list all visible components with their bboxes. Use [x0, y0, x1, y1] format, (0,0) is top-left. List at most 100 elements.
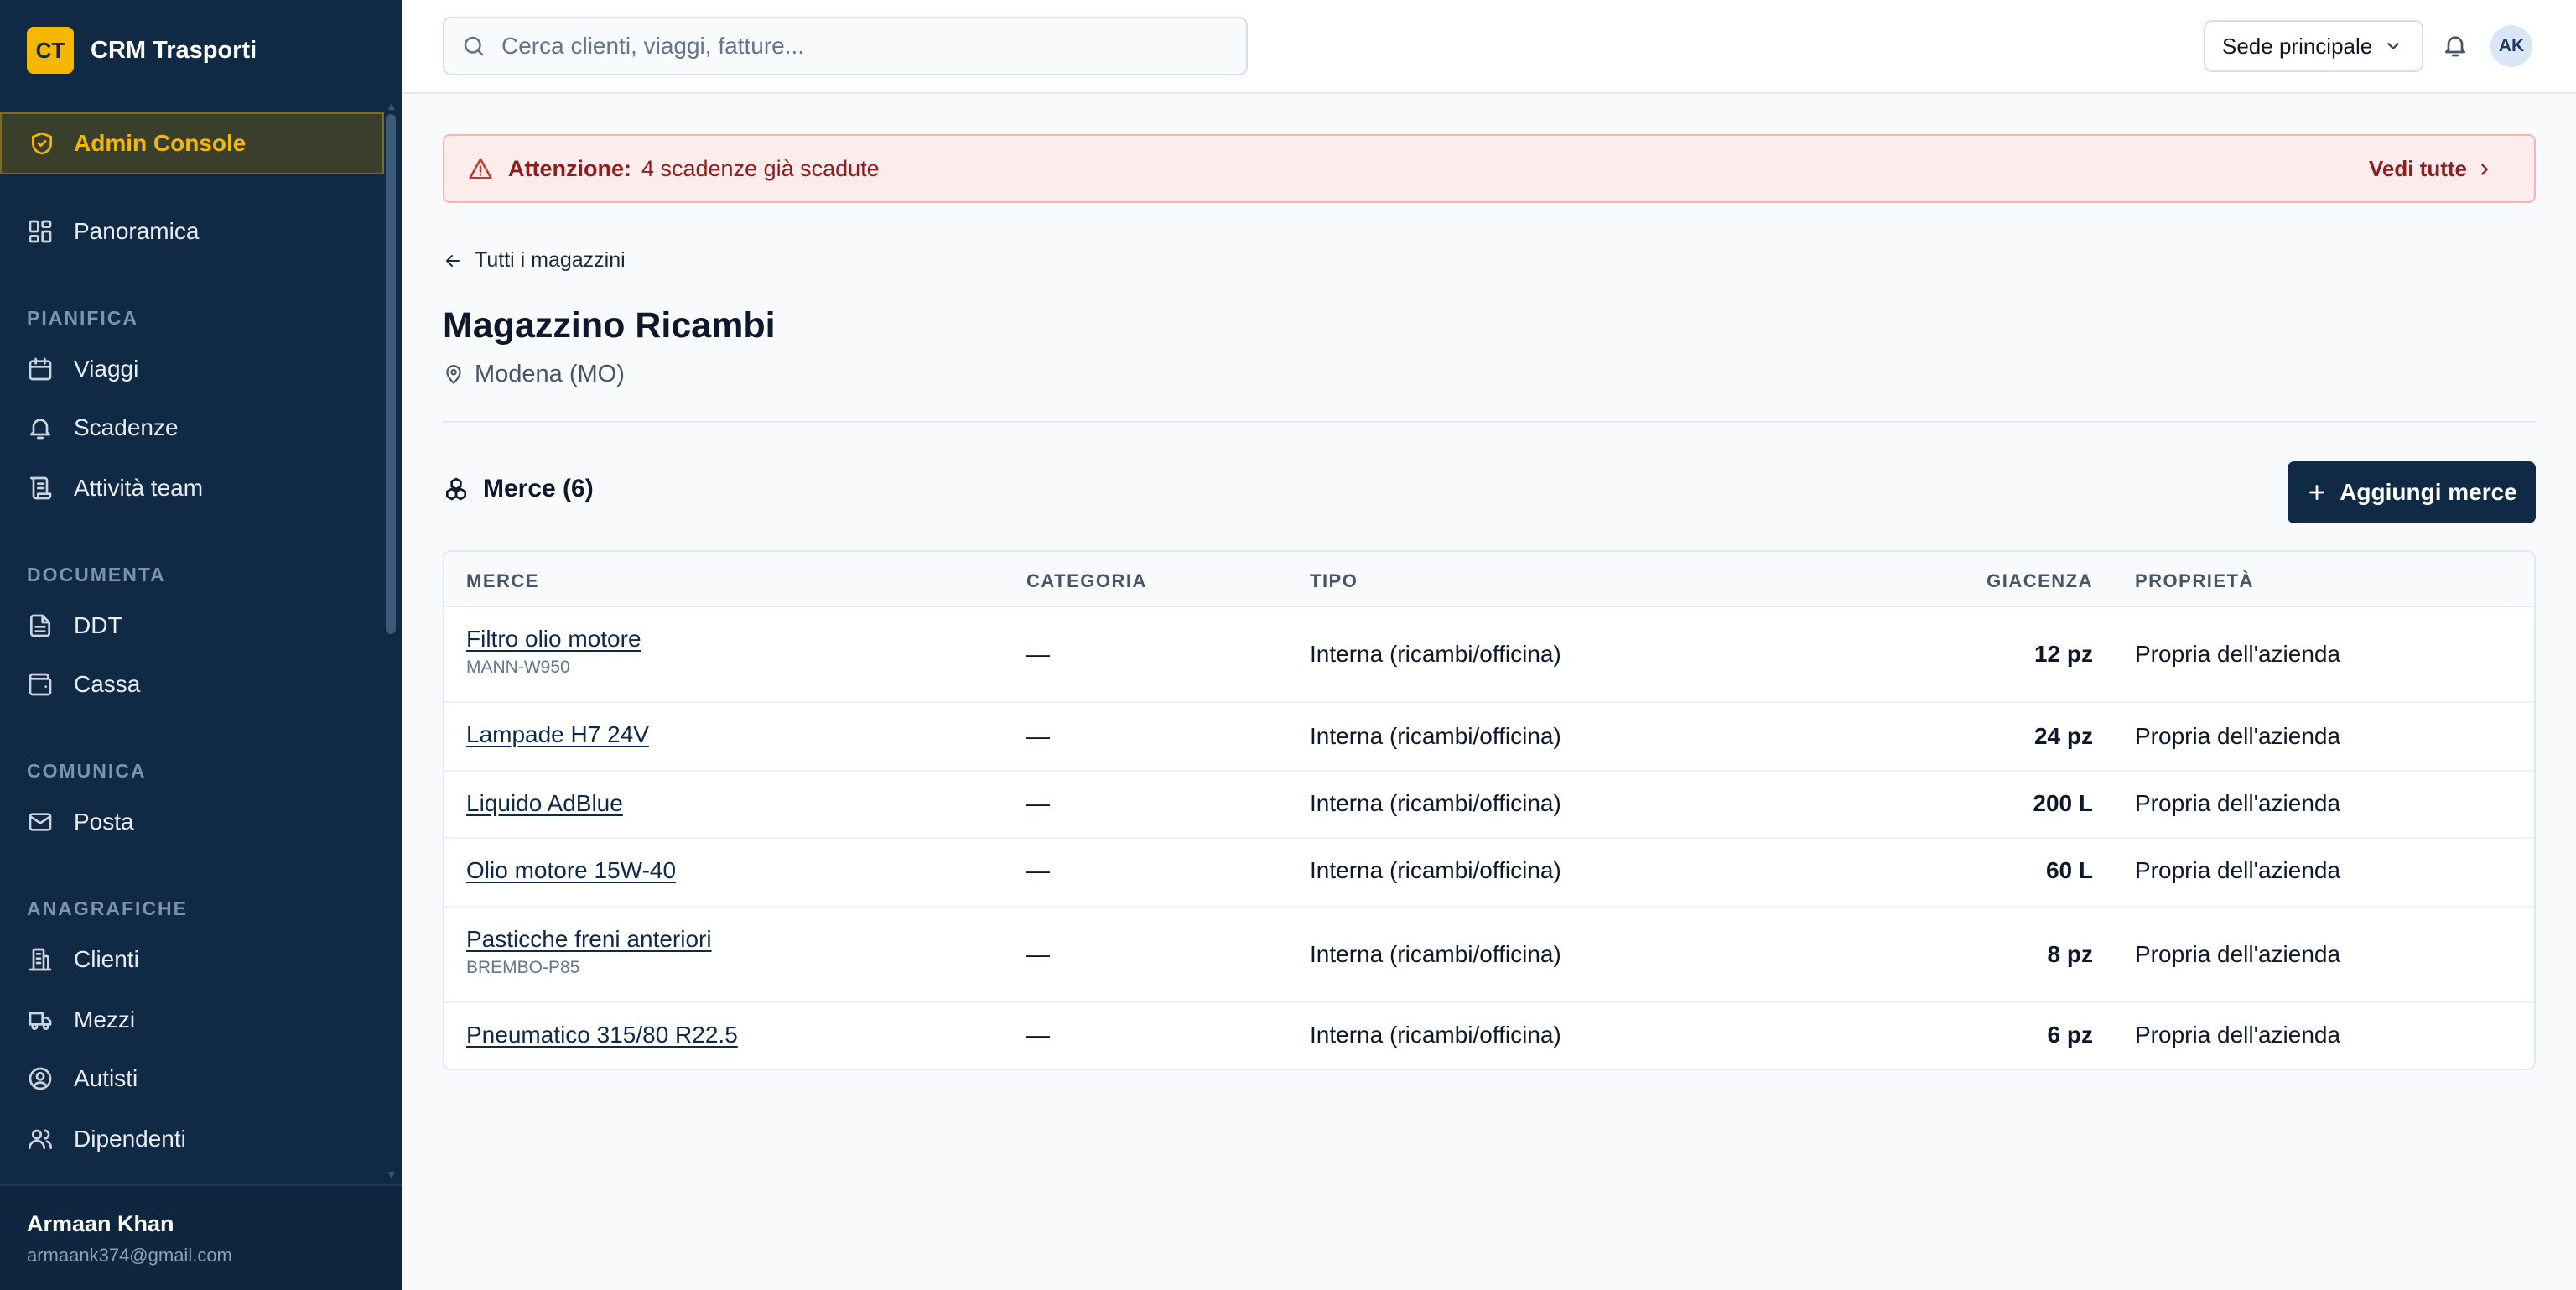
- sidebar-item-label: Dipendenti: [74, 1126, 186, 1152]
- sidebar: CT CRM Trasporti Admin Console Panoramic…: [0, 0, 402, 1290]
- stock-cell: 200 L: [2033, 790, 2093, 816]
- category-cell: —: [1026, 857, 1050, 883]
- avatar[interactable]: AK: [2490, 25, 2532, 67]
- scroll-up-arrow-icon[interactable]: ▲: [386, 100, 397, 112]
- table-row[interactable]: Pasticche freni anteriori BREMBO-P85 — I…: [444, 908, 2534, 1003]
- table-row[interactable]: Lampade H7 24V — Interna (ricambi/offici…: [444, 703, 2534, 772]
- sidebar-item-scadenze[interactable]: Scadenze: [27, 403, 179, 453]
- sidebar-item-label: Autisti: [74, 1065, 138, 1091]
- sidebar-item-label: Mezzi: [74, 1007, 136, 1033]
- shield-check-icon: [29, 130, 55, 157]
- sidebar-item-label: Panoramica: [74, 218, 200, 244]
- sidebar-item-panoramica[interactable]: Panoramica: [27, 206, 199, 257]
- site-select[interactable]: Sede principale: [2204, 20, 2423, 72]
- search-box[interactable]: [443, 17, 1248, 75]
- stock-cell: 6 pz: [2047, 1022, 2093, 1048]
- mail-icon: [27, 809, 54, 835]
- map-pin-icon: [443, 364, 465, 386]
- add-goods-button[interactable]: Aggiungi merce: [2288, 461, 2536, 523]
- brand[interactable]: CT CRM Trasporti: [27, 27, 257, 74]
- sidebar-item-autisti[interactable]: Autisti: [27, 1053, 138, 1104]
- table-row[interactable]: Liquido AdBlue — Interna (ricambi/offici…: [444, 772, 2534, 839]
- sidebar-item-admin-console[interactable]: Admin Console: [0, 112, 384, 174]
- stock-cell: 24 pz: [2033, 723, 2093, 749]
- bell-icon: [27, 414, 54, 441]
- sidebar-item-label: Attività team: [74, 475, 204, 501]
- column-header-giacenza[interactable]: GIACENZA: [1925, 570, 2093, 592]
- building-icon: [27, 946, 54, 973]
- sidebar-scrollbar[interactable]: [386, 114, 396, 634]
- type-cell: Interna (ricambi/officina): [1310, 941, 1561, 967]
- location-label: Modena (MO): [475, 361, 625, 388]
- column-header-merce[interactable]: MERCE: [466, 570, 539, 592]
- divider: [443, 421, 2536, 423]
- type-cell: Interna (ricambi/officina): [1310, 641, 1561, 667]
- category-cell: —: [1026, 723, 1050, 749]
- chevron-down-icon: [2384, 37, 2402, 55]
- owner-cell: Propria dell'azienda: [2135, 941, 2341, 967]
- search-input[interactable]: [501, 33, 1239, 60]
- goods-name-link[interactable]: Pasticche freni anteriori: [466, 926, 712, 953]
- goods-section-title: Merce (6): [443, 475, 594, 503]
- column-header-categoria[interactable]: CATEGORIA: [1026, 570, 1147, 592]
- table-row[interactable]: Olio motore 15W-40 — Interna (ricambi/of…: [444, 839, 2534, 908]
- truck-icon: [27, 1007, 54, 1033]
- dashboard-icon: [27, 218, 54, 245]
- goods-name-link[interactable]: Liquido AdBlue: [466, 790, 623, 817]
- goods-name-cell: Liquido AdBlue: [466, 790, 623, 817]
- sidebar-section-label: ANAGRAFICHE: [27, 897, 188, 919]
- column-header-tipo[interactable]: TIPO: [1310, 570, 1358, 592]
- sidebar-item-dipendenti[interactable]: Dipendenti: [27, 1114, 186, 1164]
- table-row[interactable]: Pneumatico 315/80 R22.5 — Interna (ricam…: [444, 1003, 2534, 1069]
- type-cell: Interna (ricambi/officina): [1310, 723, 1561, 749]
- alert-label: Attenzione:: [508, 155, 631, 181]
- table-row[interactable]: Filtro olio motore MANN-W950 — Interna (…: [444, 607, 2534, 703]
- category-cell: —: [1026, 1022, 1050, 1048]
- page-title: Magazzino Ricambi: [443, 305, 776, 346]
- sidebar-item-posta[interactable]: Posta: [27, 797, 134, 847]
- type-cell: Interna (ricambi/officina): [1310, 790, 1561, 816]
- see-all-label: Vedi tutte: [2368, 156, 2467, 181]
- goods-name-link[interactable]: Olio motore 15W-40: [466, 857, 676, 884]
- goods-name-link[interactable]: Filtro olio motore: [466, 626, 641, 653]
- category-cell: —: [1026, 790, 1050, 816]
- type-cell: Interna (ricambi/officina): [1310, 857, 1561, 883]
- goods-name-link[interactable]: Pneumatico 315/80 R22.5: [466, 1022, 738, 1048]
- site-select-value: Sede principale: [2222, 33, 2373, 59]
- sidebar-section-label: DOCUMENTA: [27, 564, 166, 585]
- sidebar-item-attivita-team[interactable]: Attività team: [27, 463, 203, 513]
- sidebar-item-label: Clienti: [74, 946, 139, 972]
- category-cell: —: [1026, 941, 1050, 967]
- owner-cell: Propria dell'azienda: [2135, 790, 2341, 816]
- add-goods-label: Aggiungi merce: [2340, 479, 2517, 505]
- category-cell: —: [1026, 641, 1050, 667]
- table-header: MERCE CATEGORIA TIPO GIACENZA PROPRIETÀ: [444, 552, 2534, 607]
- owner-cell: Propria dell'azienda: [2135, 857, 2341, 883]
- owner-cell: Propria dell'azienda: [2135, 723, 2341, 749]
- topbar: Sede principale AK: [402, 0, 2576, 94]
- sidebar-item-label: Posta: [74, 809, 134, 835]
- brand-name: CRM Trasporti: [91, 36, 257, 64]
- see-all-link[interactable]: Vedi tutte: [2369, 156, 2509, 182]
- warehouse-location: Modena (MO): [443, 361, 625, 388]
- boxes-icon: [443, 476, 470, 502]
- alert-text: 4 scadenze già scadute: [641, 155, 880, 181]
- sidebar-item-clienti[interactable]: Clienti: [27, 934, 139, 985]
- goods-name-cell: Lampade H7 24V: [466, 721, 649, 748]
- sidebar-item-viaggi[interactable]: Viaggi: [27, 344, 138, 394]
- sidebar-user-panel[interactable]: Armaan Khan armaank374@gmail.com: [0, 1184, 402, 1290]
- goods-table: MERCE CATEGORIA TIPO GIACENZA PROPRIETÀ …: [443, 550, 2536, 1070]
- user-circle-icon: [27, 1065, 54, 1092]
- brand-logo: CT: [27, 27, 74, 74]
- goods-name-cell: Pasticche freni anteriori BREMBO-P85: [466, 926, 712, 978]
- sidebar-item-mezzi[interactable]: Mezzi: [27, 995, 135, 1045]
- scroll-down-arrow-icon[interactable]: ▼: [386, 1168, 397, 1180]
- goods-name-link[interactable]: Lampade H7 24V: [466, 721, 649, 748]
- column-header-proprieta[interactable]: PROPRIETÀ: [2135, 570, 2254, 592]
- notifications-bell-icon[interactable]: [2442, 32, 2469, 59]
- back-to-warehouses-link[interactable]: Tutti i magazzini: [443, 248, 626, 273]
- sidebar-item-cassa[interactable]: Cassa: [27, 659, 140, 710]
- user-name: Armaan Khan: [27, 1211, 174, 1236]
- sidebar-item-label: Viaggi: [74, 356, 139, 382]
- sidebar-item-ddt[interactable]: DDT: [27, 601, 122, 651]
